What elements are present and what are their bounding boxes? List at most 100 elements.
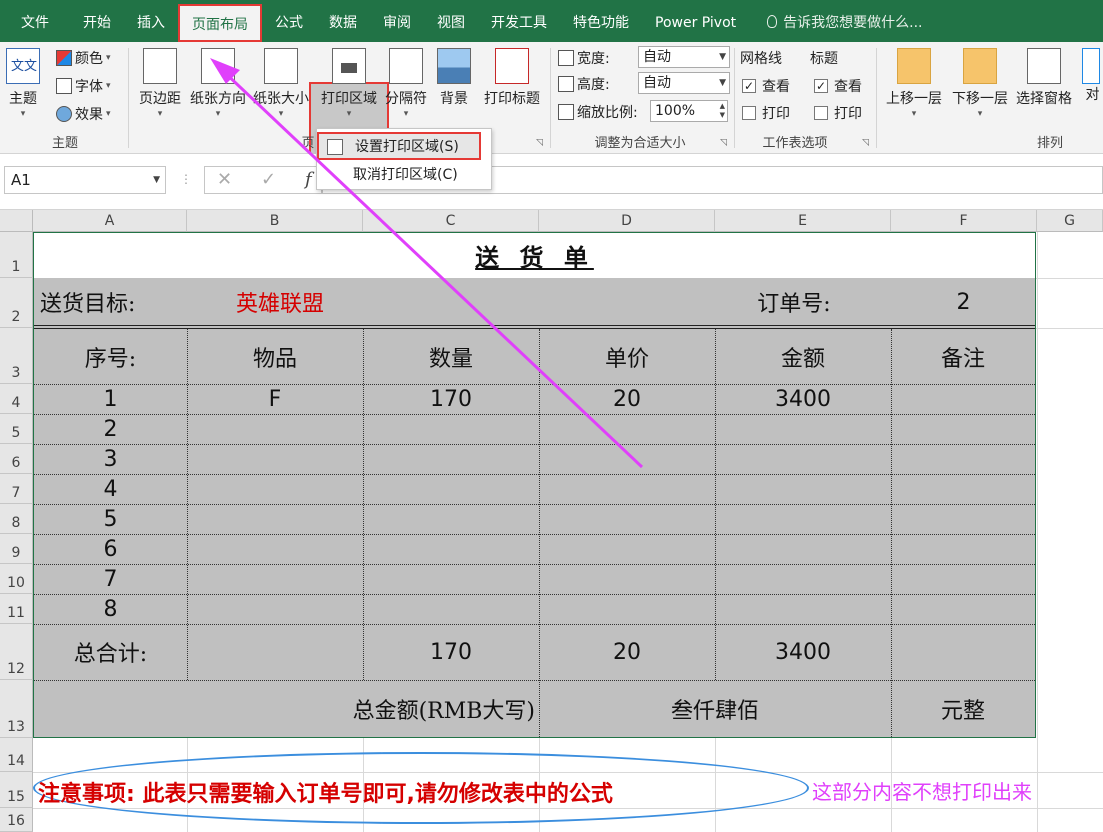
column-header-d[interactable]: D [539, 210, 715, 232]
background-button[interactable]: 背景 [434, 48, 474, 108]
table-cell[interactable]: 6 [34, 534, 187, 564]
select-all-corner[interactable] [0, 210, 33, 232]
tell-me-box[interactable]: 告诉我您想要做什么... [749, 0, 923, 42]
effects-button[interactable]: 效果 ▾ [56, 104, 111, 124]
height-select[interactable]: 自动 ▼ [638, 72, 730, 94]
row-header-12[interactable]: 12 [0, 624, 33, 680]
row-header-2[interactable]: 2 [0, 278, 33, 328]
size-button[interactable]: 纸张大小 ▾ [252, 48, 310, 120]
dialog-launcher-icon[interactable]: ◹ [720, 138, 727, 148]
row-header-11[interactable]: 11 [0, 594, 33, 624]
tab-insert[interactable]: 插入 [124, 0, 178, 42]
row-header-9[interactable]: 9 [0, 534, 33, 564]
header-item[interactable]: 物品 [187, 329, 363, 384]
table-cell[interactable]: 3 [34, 444, 187, 474]
set-print-area-item[interactable]: 设置打印区域(S) [317, 132, 481, 160]
table-cell[interactable]: 5 [34, 504, 187, 534]
column-header-f[interactable]: F [891, 210, 1037, 232]
tab-review[interactable]: 审阅 [370, 0, 424, 42]
dialog-launcher-icon[interactable]: ◹ [862, 138, 869, 148]
row-header-8[interactable]: 8 [0, 504, 33, 534]
drag-handle-icon[interactable]: ⋮ [180, 172, 192, 186]
row-header-4[interactable]: 4 [0, 384, 33, 414]
tab-formulas[interactable]: 公式 [262, 0, 316, 42]
header-quantity[interactable]: 数量 [363, 329, 539, 384]
gridlines-print-checkbox[interactable]: 打印 [742, 103, 790, 123]
total-amount[interactable]: 3400 [715, 624, 891, 680]
table-cell[interactable]: 7 [34, 564, 187, 594]
tab-file[interactable]: 文件 [0, 0, 70, 42]
column-header-b[interactable]: B [187, 210, 363, 232]
clear-print-area-item[interactable]: 取消打印区域(C) [317, 162, 491, 190]
print-titles-button[interactable]: 打印标题 [480, 48, 544, 108]
width-select[interactable]: 自动 ▼ [638, 46, 730, 68]
row-header-14[interactable]: 14 [0, 738, 33, 772]
amount-words-value[interactable]: 叁仟肆佰 [539, 680, 891, 737]
table-cell[interactable]: 2 [34, 414, 187, 444]
headings-view-checkbox[interactable]: ✓ 查看 [814, 76, 862, 96]
table-cell[interactable]: F [187, 384, 363, 414]
order-label[interactable]: 订单号: [734, 279, 854, 325]
row-header-5[interactable]: 5 [0, 414, 33, 444]
table-cell[interactable]: 20 [539, 384, 715, 414]
name-box[interactable]: A1 ▼ [4, 166, 166, 194]
table-cell[interactable]: 170 [363, 384, 539, 414]
tab-developer[interactable]: 开发工具 [478, 0, 560, 42]
table-cell[interactable]: 1 [34, 384, 187, 414]
row-header-10[interactable]: 10 [0, 564, 33, 594]
table-cell[interactable]: 3400 [715, 384, 891, 414]
dialog-launcher-icon[interactable]: ◹ [536, 138, 543, 148]
tab-power-pivot[interactable]: Power Pivot [642, 0, 749, 42]
tab-special[interactable]: 特色功能 [560, 0, 642, 42]
row-header-13[interactable]: 13 [0, 680, 33, 738]
margins-button[interactable]: 页边距 ▾ [134, 48, 186, 120]
header-remarks[interactable]: 备注 [891, 329, 1035, 384]
enter-icon[interactable]: ✓ [261, 167, 276, 193]
breaks-button[interactable]: 分隔符 ▾ [384, 48, 428, 120]
tab-view[interactable]: 视图 [424, 0, 478, 42]
tab-data[interactable]: 数据 [316, 0, 370, 42]
print-area-button[interactable]: 打印区域 ▾ [313, 48, 385, 120]
tab-home[interactable]: 开始 [70, 0, 124, 42]
amount-words-label[interactable]: 总金额(RMB大写) [34, 680, 539, 737]
themes-button[interactable]: 文文 主题 ▾ [6, 48, 40, 120]
insert-function-icon[interactable]: f [305, 167, 312, 193]
cancel-icon[interactable]: ✕ [217, 167, 232, 193]
target-label[interactable]: 送货目标: [40, 279, 180, 325]
row-header-15[interactable]: 15 [0, 772, 33, 808]
order-value[interactable]: 2 [892, 279, 1035, 325]
total-unit-price[interactable]: 20 [539, 624, 715, 680]
column-header-g[interactable]: G [1037, 210, 1103, 232]
amount-unit[interactable]: 元整 [891, 680, 1035, 737]
header-index[interactable]: 序号: [34, 329, 187, 384]
column-header-a[interactable]: A [33, 210, 187, 232]
spinner-arrows-icon[interactable]: ▲ ▼ [720, 102, 725, 120]
row-header-3[interactable]: 3 [0, 328, 33, 384]
gridlines-view-checkbox[interactable]: ✓ 查看 [742, 76, 790, 96]
bring-forward-button[interactable]: 上移一层 ▾ [882, 48, 946, 120]
headings-print-checkbox[interactable]: 打印 [814, 103, 862, 123]
align-button[interactable]: 对 [1082, 48, 1103, 104]
fonts-button[interactable]: 字体 ▾ [56, 76, 111, 96]
sheet-title[interactable]: 送 货 单 [34, 233, 1035, 278]
target-value[interactable]: 英雄联盟 [220, 279, 340, 325]
table-cell[interactable]: 4 [34, 474, 187, 504]
scale-spinner[interactable]: 100% ▲ ▼ [650, 100, 728, 122]
tab-page-layout[interactable]: 页面布局 [178, 4, 262, 42]
row-header-7[interactable]: 7 [0, 474, 33, 504]
selection-pane-button[interactable]: 选择窗格 [1012, 48, 1076, 108]
row-header-6[interactable]: 6 [0, 444, 33, 474]
orientation-button[interactable]: 纸张方向 ▾ [188, 48, 248, 120]
total-label[interactable]: 总合计: [34, 624, 187, 680]
total-quantity[interactable]: 170 [363, 624, 539, 680]
header-amount[interactable]: 金额 [715, 329, 891, 384]
note-text[interactable]: 注意事项: 此表只需要输入订单号即可,请勿修改表中的公式 [38, 776, 613, 808]
column-header-c[interactable]: C [363, 210, 539, 232]
table-cell[interactable]: 8 [34, 594, 187, 624]
colors-button[interactable]: 颜色 ▾ [56, 48, 111, 68]
row-header-1[interactable]: 1 [0, 232, 33, 278]
column-header-e[interactable]: E [715, 210, 891, 232]
row-header-16[interactable]: 16 [0, 808, 33, 832]
send-backward-button[interactable]: 下移一层 ▾ [948, 48, 1012, 120]
header-unit-price[interactable]: 单价 [539, 329, 715, 384]
